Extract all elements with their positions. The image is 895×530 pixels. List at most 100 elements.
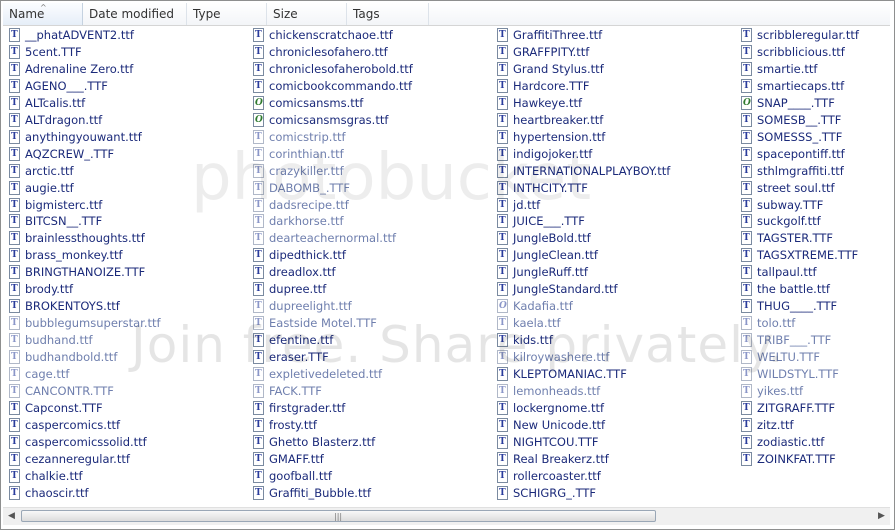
truetype-font-icon: T [497,129,508,144]
column-header-name[interactable]: ^ Name [3,3,83,25]
column-header-date-label: Date modified [89,7,175,21]
file-name: augie.ttf [25,180,74,195]
truetype-font-icon: T [741,112,752,127]
truetype-font-icon: T [253,163,264,178]
file-name: TRIBF___.TTF [757,333,832,348]
file-name: arctic.ttf [25,163,74,178]
file-name: brainlessthoughts.ttf [25,231,145,246]
truetype-font-icon: T [497,197,508,212]
file-name: expletivedeleted.ttf [269,367,383,381]
truetype-font-icon: T [253,265,264,280]
file-name: SOMESSS_.TTF [757,129,843,144]
file-name: budhandbold.ttf [25,350,118,365]
truetype-font-icon: T [497,350,508,365]
file-name: chickenscratchaoe.ttf [269,28,393,42]
file-name: jd.ttf [513,197,541,212]
truetype-font-icon: T [9,400,20,415]
file-name: zodiastic.ttf [757,434,825,449]
file-name: 5cent.TTF [25,44,82,59]
scroll-left-arrow-icon[interactable]: ◀ [3,508,20,525]
truetype-font-icon: T [9,214,20,229]
file-name: cezanneregular.ttf [25,451,130,466]
file-name: Kadafia.ttf [513,299,573,314]
column-header-tags[interactable]: Tags [347,3,429,25]
file-name: BROKENTOYS.ttf [25,299,120,314]
file-name: BITCSN__.TTF [25,214,103,229]
file-name: subway.TTF [757,197,824,212]
horizontal-scrollbar[interactable]: ◀ ||| ▶ [3,507,890,525]
file-name: ZITGRAFF.TTF [757,400,836,415]
scroll-right-arrow-icon[interactable]: ▶ [873,508,890,525]
file-name: chroniclesofahero.ttf [269,44,388,59]
file-name: dadsrecipe.ttf [269,197,349,212]
truetype-font-icon: T [9,485,20,500]
file-name: JUICE___.TTF [513,214,585,229]
file-name: lockergnome.ttf [513,400,605,415]
file-name: JungleRuff.ttf [513,265,588,280]
truetype-font-icon: T [497,265,508,280]
file-name: firstgrader.ttf [269,400,346,415]
file-name: GMAFF.ttf [269,451,324,466]
file-name: New Unicode.ttf [513,417,606,432]
column-header-size[interactable]: Size [267,3,347,25]
truetype-font-icon: T [253,282,264,297]
truetype-font-icon: T [741,451,752,466]
file-name: chaoscir.ttf [25,485,89,500]
opentype-font-icon: O [497,299,508,314]
file-name: frosty.ttf [269,417,317,432]
file-name: Hardcore.TTF [513,78,590,93]
truetype-font-icon: T [9,468,20,483]
truetype-font-icon: T [497,78,508,93]
truetype-font-icon: T [741,316,752,331]
file-name: dupree.ttf [269,282,327,297]
file-name: street soul.ttf [757,180,835,195]
file-name: smartie.ttf [757,61,818,76]
file-name: smartiecaps.ttf [757,78,845,93]
truetype-font-icon: T [741,197,752,212]
file-name: WILDSTYL.TTF [757,367,839,381]
file-name: anythingyouwant.ttf [25,129,142,144]
file-name: AQZCREW_.TTF [25,146,115,161]
truetype-font-icon: T [253,299,264,314]
truetype-font-icon: T [9,316,20,331]
truetype-font-icon: T [497,485,508,500]
file-name: Hawkeye.ttf [513,95,583,110]
truetype-font-icon: T [253,316,264,331]
file-name: comicstrip.ttf [269,129,346,144]
file-name: lemonheads.ttf [513,383,601,398]
truetype-font-icon: T [9,434,20,449]
column-header-tags-label: Tags [353,7,380,21]
truetype-font-icon: T [253,197,264,212]
truetype-font-icon: T [9,451,20,466]
truetype-font-icon: T [253,180,264,195]
file-name: Eastside Motel.TTF [269,316,377,331]
file-name: NIGHTCOU.TTF [513,434,599,449]
truetype-font-icon: T [253,214,264,229]
truetype-font-icon: T [9,146,20,161]
file-name: ALTcalis.ttf [25,95,86,110]
truetype-font-icon: T [497,333,508,348]
file-name: AGENO___.TTF [25,78,108,93]
truetype-font-icon: T [9,180,20,195]
truetype-font-icon: T [741,44,752,59]
truetype-font-icon: T [741,248,752,263]
scrollbar-thumb[interactable]: ||| [21,510,656,522]
truetype-font-icon: T [497,180,508,195]
truetype-font-icon: T [741,434,752,449]
truetype-font-icon: T [253,146,264,161]
file-name: FACK.TTF [269,383,322,398]
truetype-font-icon: T [9,163,20,178]
column-header-type[interactable]: Type [187,3,267,25]
truetype-font-icon: T [9,129,20,144]
truetype-font-icon: T [253,485,264,500]
file-name: rollercoaster.ttf [513,468,601,483]
column-header-date-modified[interactable]: Date modified [83,3,187,25]
truetype-font-icon: T [497,44,508,59]
opentype-font-icon: O [253,95,264,110]
file-name: bigmisterc.ttf [25,197,103,212]
file-name: scribblicious.ttf [757,44,845,59]
truetype-font-icon: T [9,350,20,365]
truetype-font-icon: T [9,248,20,263]
file-name: yikes.ttf [757,383,804,398]
file-name: DABOMB_.TTF [269,180,350,195]
